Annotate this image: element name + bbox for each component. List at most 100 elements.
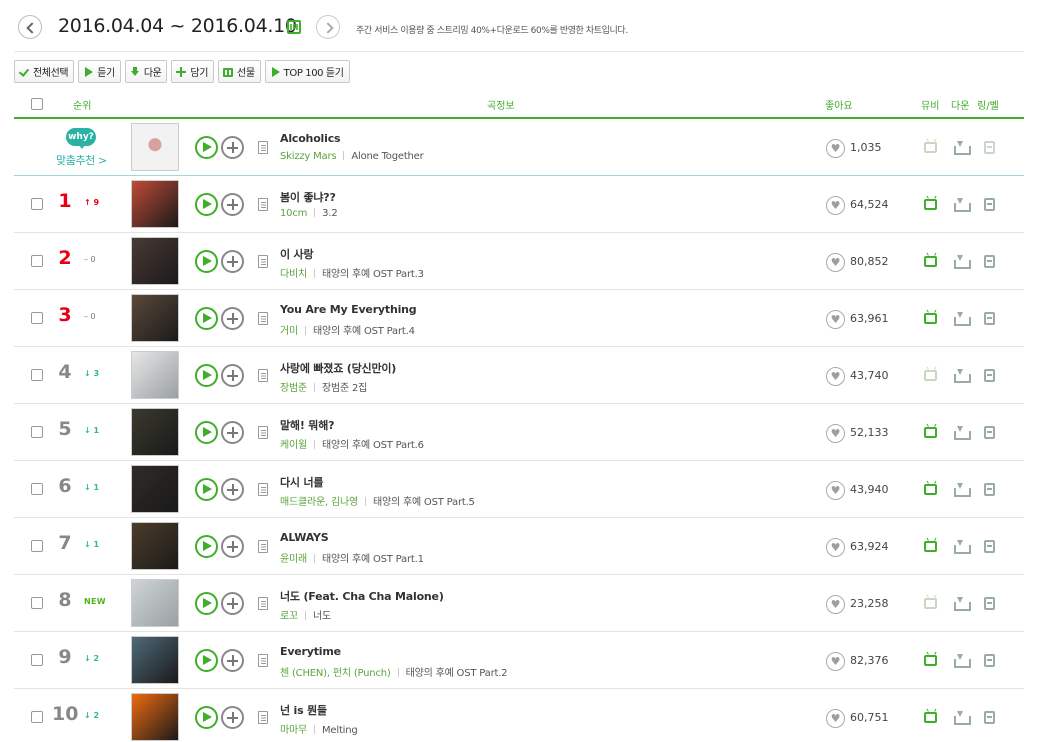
mv-icon[interactable] [924, 541, 937, 552]
album-link[interactable]: Alone Together [351, 151, 423, 162]
like-heart-icon[interactable] [826, 481, 845, 500]
download-icon[interactable] [954, 368, 971, 383]
select-all-checkbox[interactable] [31, 98, 43, 110]
row-checkbox[interactable] [31, 426, 43, 438]
add-to-playlist-button[interactable] [221, 706, 244, 729]
album-link[interactable]: 태양의 후예 OST Part.1 [322, 554, 424, 565]
next-week-button[interactable] [316, 15, 340, 39]
ringtone-icon[interactable] [984, 312, 995, 325]
song-detail-icon[interactable] [258, 483, 268, 496]
row-checkbox[interactable] [31, 597, 43, 609]
mv-icon[interactable] [924, 655, 937, 666]
add-to-playlist-button[interactable] [221, 592, 244, 615]
add-to-playlist-button[interactable] [221, 364, 244, 387]
row-checkbox[interactable] [31, 369, 43, 381]
play-button[interactable] [195, 592, 218, 615]
download-button[interactable]: 다운 [124, 60, 168, 83]
download-icon[interactable] [954, 539, 971, 554]
song-detail-icon[interactable] [258, 198, 268, 211]
artist-link[interactable]: 거미 [280, 326, 298, 337]
listen-button[interactable]: 듣기 [78, 60, 121, 83]
song-title[interactable]: 이 사랑 [280, 246, 314, 262]
like-heart-icon[interactable] [826, 196, 845, 215]
album-art[interactable] [131, 636, 179, 684]
like-heart-icon[interactable] [826, 310, 845, 329]
song-detail-icon[interactable] [258, 654, 268, 667]
add-to-playlist-button[interactable] [221, 421, 244, 444]
like-heart-icon[interactable] [826, 538, 845, 557]
top100-listen-button[interactable]: TOP 100 듣기 [264, 60, 350, 83]
play-button[interactable] [195, 421, 218, 444]
download-icon[interactable] [954, 482, 971, 497]
download-icon[interactable] [954, 710, 971, 725]
song-title[interactable]: You Are My Everything [280, 303, 417, 316]
like-heart-icon[interactable] [826, 139, 845, 158]
like-heart-icon[interactable] [826, 709, 845, 728]
album-art[interactable] [131, 237, 179, 285]
calendar-icon[interactable] [287, 20, 301, 34]
song-detail-icon[interactable] [258, 312, 268, 325]
add-button[interactable]: 담기 [171, 60, 215, 83]
mv-icon[interactable] [924, 256, 937, 267]
add-to-playlist-button[interactable] [221, 250, 244, 273]
mv-icon[interactable] [924, 712, 937, 723]
play-button[interactable] [195, 307, 218, 330]
play-button[interactable] [195, 649, 218, 672]
previous-week-button[interactable] [18, 15, 42, 39]
add-to-playlist-button[interactable] [221, 535, 244, 558]
song-title[interactable]: 사랑에 빠졌죠 (당신만이) [280, 360, 396, 376]
play-button[interactable] [195, 478, 218, 501]
like-heart-icon[interactable] [826, 652, 845, 671]
gift-button[interactable]: 선물 [218, 60, 261, 83]
artist-link[interactable]: 첸 (CHEN), 펀치 (Punch) [280, 668, 391, 679]
play-button[interactable] [195, 364, 218, 387]
download-icon[interactable] [954, 596, 971, 611]
download-icon[interactable] [954, 425, 971, 440]
artist-link[interactable]: 매드클라운, 김나영 [280, 497, 358, 508]
song-detail-icon[interactable] [258, 369, 268, 382]
row-checkbox[interactable] [31, 312, 43, 324]
play-button[interactable] [195, 136, 218, 159]
song-detail-icon[interactable] [258, 597, 268, 610]
artist-link[interactable]: Skizzy Mars [280, 151, 337, 162]
song-title[interactable]: Everytime [280, 645, 341, 658]
add-to-playlist-button[interactable] [221, 649, 244, 672]
album-link[interactable]: Melting [322, 725, 358, 736]
row-checkbox[interactable] [31, 483, 43, 495]
row-checkbox[interactable] [31, 198, 43, 210]
song-detail-icon[interactable] [258, 141, 268, 154]
download-icon[interactable] [954, 311, 971, 326]
like-heart-icon[interactable] [826, 367, 845, 386]
song-title[interactable]: 넌 is 뭔들 [280, 702, 327, 718]
song-title[interactable]: 봄이 좋냐?? [280, 189, 336, 205]
album-link[interactable]: 태양의 후예 OST Part.2 [406, 668, 508, 679]
download-icon[interactable] [954, 197, 971, 212]
album-art[interactable] [131, 693, 179, 741]
album-art[interactable] [131, 579, 179, 627]
song-title[interactable]: 다시 너를 [280, 474, 324, 490]
recommendation-label[interactable]: 맞춤추천 > [56, 152, 107, 168]
album-art[interactable] [131, 180, 179, 228]
artist-link[interactable]: 로꼬 [280, 611, 298, 622]
add-to-playlist-button[interactable] [221, 307, 244, 330]
album-link[interactable]: 너도 [313, 611, 331, 622]
song-title[interactable]: 너도 (Feat. Cha Cha Malone) [280, 588, 444, 604]
row-checkbox[interactable] [31, 711, 43, 723]
album-art[interactable] [131, 294, 179, 342]
play-button[interactable] [195, 535, 218, 558]
song-detail-icon[interactable] [258, 255, 268, 268]
album-art[interactable] [131, 465, 179, 513]
ringtone-icon[interactable] [984, 711, 995, 724]
ringtone-icon[interactable] [984, 654, 995, 667]
artist-link[interactable]: 장범준 [280, 383, 307, 394]
download-icon[interactable] [954, 140, 971, 155]
add-to-playlist-button[interactable] [221, 136, 244, 159]
album-link[interactable]: 3.2 [322, 208, 338, 219]
artist-link[interactable]: 케이윌 [280, 440, 307, 451]
download-icon[interactable] [954, 653, 971, 668]
mv-icon[interactable] [924, 313, 937, 324]
ringtone-icon[interactable] [984, 426, 995, 439]
play-button[interactable] [195, 706, 218, 729]
artist-link[interactable]: 마마무 [280, 725, 307, 736]
song-detail-icon[interactable] [258, 426, 268, 439]
